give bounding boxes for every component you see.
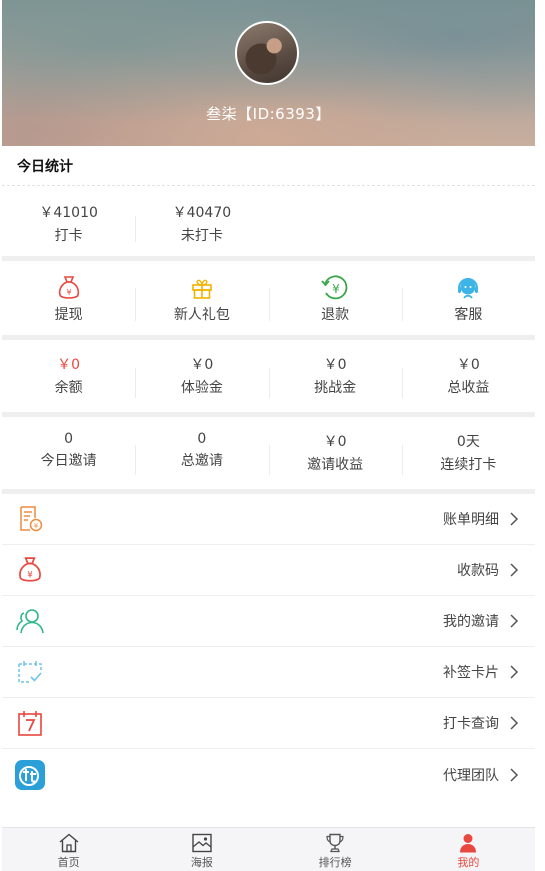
stat-label: 未打卡 — [180, 228, 223, 244]
calendar-7-icon — [14, 708, 46, 738]
money-bag-icon: ¥ — [14, 555, 46, 585]
wallet-value: ￥0 — [57, 357, 81, 373]
wallet-label: 挑战金 — [314, 380, 357, 396]
money-bag-icon: ¥ — [2, 274, 135, 302]
svg-text:¥: ¥ — [34, 522, 39, 530]
stat-checked-in: ￥41010 打卡 — [2, 202, 135, 256]
action-gift[interactable]: 新人礼包 — [135, 274, 268, 335]
svg-text:¥: ¥ — [27, 571, 33, 581]
menu-item-my-invites[interactable]: 我的邀请 — [2, 596, 535, 647]
chevron-right-icon — [509, 512, 521, 526]
svg-text:¥: ¥ — [66, 288, 71, 297]
trophy-icon — [269, 832, 402, 854]
wallet-stats: ￥0 余额 ￥0 体验金 ￥0 挑战金 ￥0 总收益 — [2, 340, 535, 412]
action-label: 提现 — [54, 307, 83, 323]
stat-value: ￥40470 — [172, 205, 232, 221]
avatar[interactable] — [235, 21, 299, 85]
calendar-check-icon — [14, 657, 46, 687]
bottom-tab-bar: 首页 海报 排行榜 我的 — [2, 827, 535, 871]
stat-label: 打卡 — [54, 228, 83, 244]
profile-name-id: 叁柒【ID:6393】 — [206, 105, 331, 123]
checkin-streak: 0天 连续打卡 — [401, 431, 535, 489]
poster-icon — [135, 832, 268, 854]
menu-label: 账单明细 — [443, 512, 499, 528]
home-icon — [2, 832, 135, 854]
menu-item-checkin-query[interactable]: 打卡查询 — [2, 698, 535, 749]
wallet-total-earnings: ￥0 总收益 — [401, 354, 535, 412]
tab-label: 我的 — [457, 856, 480, 869]
wallet-label: 体验金 — [180, 380, 223, 396]
action-customer-service[interactable]: 客服 — [401, 274, 535, 335]
wallet-trial-fund: ￥0 体验金 — [135, 354, 268, 412]
menu-label: 我的邀请 — [443, 614, 499, 630]
users-icon — [14, 606, 46, 636]
invite-value: 0 — [64, 431, 74, 447]
action-label: 新人礼包 — [173, 307, 230, 323]
invite-label: 邀请收益 — [307, 457, 364, 473]
menu-label: 补签卡片 — [443, 665, 499, 681]
chevron-right-icon — [509, 665, 521, 679]
invite-today: 0 今日邀请 — [2, 431, 135, 489]
quick-actions: ¥ 提现 新人礼包 ¥ 退款 客服 — [2, 261, 535, 335]
invite-value: 0 — [197, 431, 207, 447]
invite-value: ￥0 — [323, 434, 347, 450]
wallet-label: 总收益 — [447, 380, 490, 396]
menu-label: 收款码 — [457, 563, 499, 579]
action-label: 客服 — [454, 307, 483, 323]
chevron-right-icon — [509, 563, 521, 577]
chevron-right-icon — [509, 716, 521, 730]
chevron-right-icon — [509, 767, 521, 782]
customer-service-icon — [402, 274, 535, 302]
bill-icon: ¥ — [14, 504, 46, 534]
invite-earnings: ￥0 邀请收益 — [268, 431, 402, 489]
action-label: 退款 — [321, 307, 350, 323]
profile-header: 叁柒【ID:6393】 — [2, 0, 535, 146]
today-stats: ￥41010 打卡 ￥40470 未打卡 — [2, 186, 535, 256]
wallet-challenge-fund: ￥0 挑战金 — [268, 354, 402, 412]
user-icon — [402, 832, 535, 854]
menu-label: 代理团队 — [443, 767, 499, 784]
action-withdraw[interactable]: ¥ 提现 — [2, 274, 135, 335]
wallet-value: ￥0 — [190, 357, 214, 373]
invite-stats: 0 今日邀请 0 总邀请 ￥0 邀请收益 0天 连续打卡 — [2, 417, 535, 489]
menu-item-makeup-card[interactable]: 补签卡片 — [2, 647, 535, 698]
tab-ranking[interactable]: 排行榜 — [269, 828, 402, 871]
gift-icon — [135, 274, 268, 302]
chevron-right-icon — [509, 614, 521, 628]
menu-list: ¥ 账单明细 ¥ 收款码 我的邀请 补签卡片 打卡查询 代理团队 — [2, 494, 535, 800]
invite-value: 0天 — [456, 434, 480, 450]
invite-total: 0 总邀请 — [135, 431, 268, 489]
team-logo-icon — [14, 759, 46, 790]
tab-label: 首页 — [57, 856, 80, 869]
menu-item-agent-team[interactable]: 代理团队 — [2, 749, 535, 800]
app: 叁柒【ID:6393】 今日统计 ￥41010 打卡 ￥40470 未打卡 ¥ … — [2, 0, 535, 871]
tab-mine[interactable]: 我的 — [402, 828, 535, 871]
tab-label: 海报 — [190, 856, 213, 869]
stat-not-checked-in: ￥40470 未打卡 — [135, 202, 268, 256]
tab-label: 排行榜 — [318, 856, 352, 869]
wallet-label: 余额 — [54, 380, 83, 396]
action-refund[interactable]: ¥ 退款 — [268, 274, 402, 335]
refund-icon: ¥ — [269, 274, 402, 302]
today-stats-title: 今日统计 — [2, 146, 535, 186]
invite-label: 总邀请 — [180, 453, 223, 469]
invite-label: 连续打卡 — [440, 457, 497, 473]
stat-value: ￥41010 — [39, 205, 98, 221]
tab-poster[interactable]: 海报 — [135, 828, 268, 871]
svg-text:¥: ¥ — [332, 282, 340, 296]
wallet-balance: ￥0 余额 — [2, 354, 135, 412]
tab-home[interactable]: 首页 — [2, 828, 135, 871]
wallet-value: ￥0 — [323, 357, 347, 373]
wallet-value: ￥0 — [456, 357, 480, 373]
invite-label: 今日邀请 — [40, 453, 97, 469]
menu-item-bill[interactable]: ¥ 账单明细 — [2, 494, 535, 545]
menu-item-payment-code[interactable]: ¥ 收款码 — [2, 545, 535, 596]
menu-label: 打卡查询 — [443, 716, 499, 732]
